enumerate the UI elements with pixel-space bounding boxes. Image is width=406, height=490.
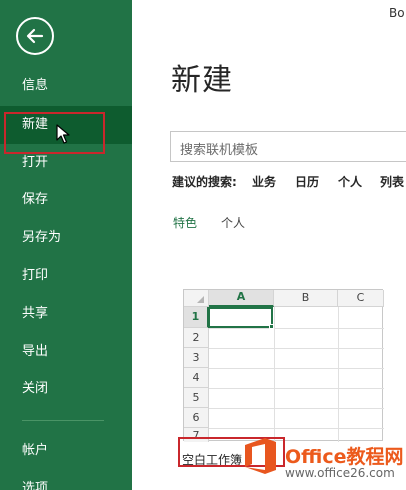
top-right-text: Bo	[389, 6, 405, 20]
nav-divider	[22, 420, 104, 421]
nav-item-label: 帐户	[22, 443, 49, 458]
column-header-a: A	[209, 290, 274, 307]
nav-item-options[interactable]: 选项	[0, 470, 132, 490]
row-header-6: 6	[184, 408, 209, 428]
back-arrow-icon	[26, 28, 44, 44]
nav-item-label: 保存	[22, 192, 49, 207]
nav-item-label: 共享	[22, 306, 49, 321]
search-placeholder: 搜索联机模板	[180, 143, 259, 158]
page-title: 新建	[171, 63, 233, 98]
watermark-brand: Office教程网	[285, 446, 404, 468]
row-header-3: 3	[184, 348, 209, 368]
tab-featured[interactable]: 特色	[173, 214, 197, 231]
suggested-searches-label: 建议的搜索:	[172, 175, 237, 189]
fill-handle	[269, 324, 274, 329]
mouse-cursor-icon	[56, 124, 70, 144]
corner-cell	[184, 290, 209, 307]
search-input[interactable]: 搜索联机模板	[170, 131, 406, 162]
nav-item-info[interactable]: 信息	[0, 67, 132, 105]
new-highlight-box	[4, 112, 105, 154]
nav-item-label: 打开	[22, 155, 49, 170]
row-header-4: 4	[184, 368, 209, 388]
row-header-1: 1	[184, 307, 209, 328]
nav-item-label: 导出	[22, 344, 49, 359]
nav-item-label: 信息	[22, 78, 49, 93]
nav-item-account[interactable]: 帐户	[0, 432, 132, 470]
suggested-search-business[interactable]: 业务	[252, 173, 276, 190]
suggested-search-list[interactable]: 列表	[380, 173, 404, 190]
nav-item-share[interactable]: 共享	[0, 295, 132, 333]
nav-item-label: 打印	[22, 268, 49, 283]
nav-item-label: 关闭	[22, 381, 49, 396]
column-header-c: C	[338, 290, 384, 307]
nav-item-save-as[interactable]: 另存为	[0, 219, 132, 257]
nav-item-close[interactable]: 关闭	[0, 370, 132, 408]
column-header-b: B	[274, 290, 338, 307]
back-button[interactable]	[16, 17, 54, 55]
row-header-2: 2	[184, 328, 209, 348]
row-header-5: 5	[184, 388, 209, 408]
nav-item-label: 选项	[22, 481, 49, 490]
active-cell-a1	[208, 307, 273, 328]
backstage-sidebar: 信息 新建 打开 保存 另存为 打印 共享 导出 关闭 帐户 选项	[0, 0, 132, 490]
watermark-url: www.office26.com	[285, 466, 395, 480]
select-all-triangle-icon	[197, 296, 204, 303]
nav-item-print[interactable]: 打印	[0, 257, 132, 295]
tab-personal[interactable]: 个人	[221, 214, 245, 231]
nav-item-label: 另存为	[22, 230, 62, 245]
suggested-search-calendar[interactable]: 日历	[295, 173, 319, 190]
nav-item-export[interactable]: 导出	[0, 333, 132, 371]
suggested-search-personal[interactable]: 个人	[338, 173, 362, 190]
nav-item-save[interactable]: 保存	[0, 181, 132, 219]
office-logo-icon	[245, 438, 276, 474]
